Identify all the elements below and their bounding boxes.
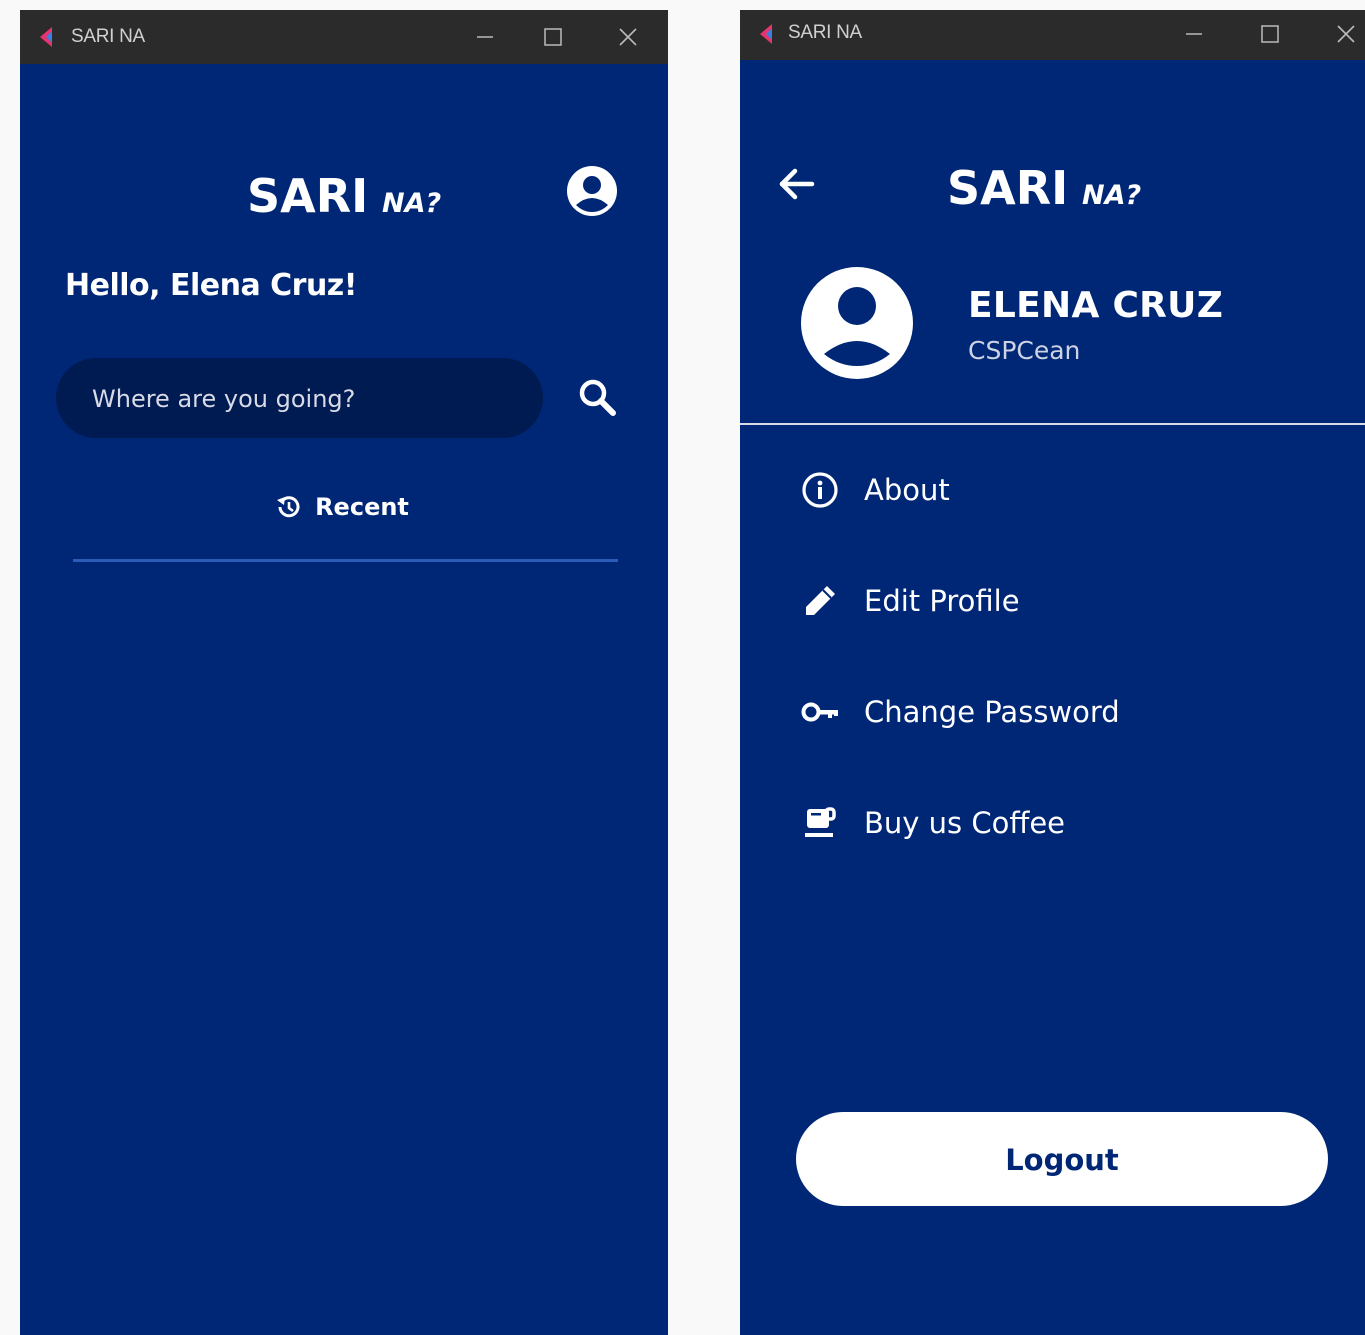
brand-main-text: SARI xyxy=(947,161,1068,212)
close-button[interactable] xyxy=(1331,19,1361,49)
brand-suffix-text: NA? xyxy=(382,188,441,219)
title-bar: SARI NA xyxy=(20,10,668,64)
history-icon xyxy=(277,496,300,518)
maximize-button[interactable] xyxy=(538,22,568,52)
title-bar: SARI NA xyxy=(740,10,1365,60)
menu-item-buy-coffee[interactable]: Buy us Coffee xyxy=(798,793,1318,853)
app-logo-icon xyxy=(760,24,772,44)
profile-name: ELENA CRUZ xyxy=(968,285,1224,326)
greeting-heading: Hello, Elena Cruz! xyxy=(65,268,357,303)
profile-avatar-button[interactable] xyxy=(566,165,618,217)
brand-logo: SARI NA? xyxy=(247,169,441,220)
app-logo-icon xyxy=(40,27,52,47)
menu-item-edit-profile[interactable]: Edit Profile xyxy=(798,571,1318,631)
pencil-icon xyxy=(806,586,835,615)
close-button[interactable] xyxy=(613,22,643,52)
menu-item-label: Edit Profile xyxy=(864,584,1020,618)
divider xyxy=(740,423,1365,425)
minimize-button[interactable] xyxy=(1179,19,1209,49)
menu-item-change-password[interactable]: Change Password xyxy=(798,682,1318,742)
search-box xyxy=(56,358,543,438)
menu-item-label: Change Password xyxy=(864,695,1120,729)
window-title: SARI NA xyxy=(71,26,145,47)
profile-window: SARI NA SARI NA? ELENA CRUZ CSPCean Abou… xyxy=(740,10,1365,1335)
home-window: SARI NA SARI NA? Hello, Elena Cruz! Wher… xyxy=(20,10,668,1335)
menu-item-about[interactable]: About xyxy=(798,460,1318,520)
key-icon xyxy=(801,702,838,722)
coffee-icon xyxy=(805,807,836,837)
menu-item-label: About xyxy=(864,473,950,507)
search-icon[interactable] xyxy=(576,376,620,420)
tab-indicator xyxy=(73,559,618,562)
maximize-button[interactable] xyxy=(1255,19,1285,49)
search-input[interactable] xyxy=(90,376,514,422)
recent-label: Recent xyxy=(315,493,409,521)
window-title: SARI NA xyxy=(788,22,862,43)
back-arrow-icon[interactable] xyxy=(776,163,818,205)
profile-subtitle: CSPCean xyxy=(968,336,1081,365)
recent-tab[interactable]: Recent xyxy=(20,492,668,528)
minimize-button[interactable] xyxy=(470,22,500,52)
brand-suffix-text: NA? xyxy=(1082,180,1141,211)
brand-logo: SARI NA? xyxy=(947,161,1141,212)
avatar xyxy=(801,267,913,379)
brand-main-text: SARI xyxy=(247,169,368,220)
menu-item-label: Buy us Coffee xyxy=(864,806,1066,840)
logout-button[interactable]: Logout xyxy=(796,1112,1328,1206)
info-icon xyxy=(802,472,838,508)
